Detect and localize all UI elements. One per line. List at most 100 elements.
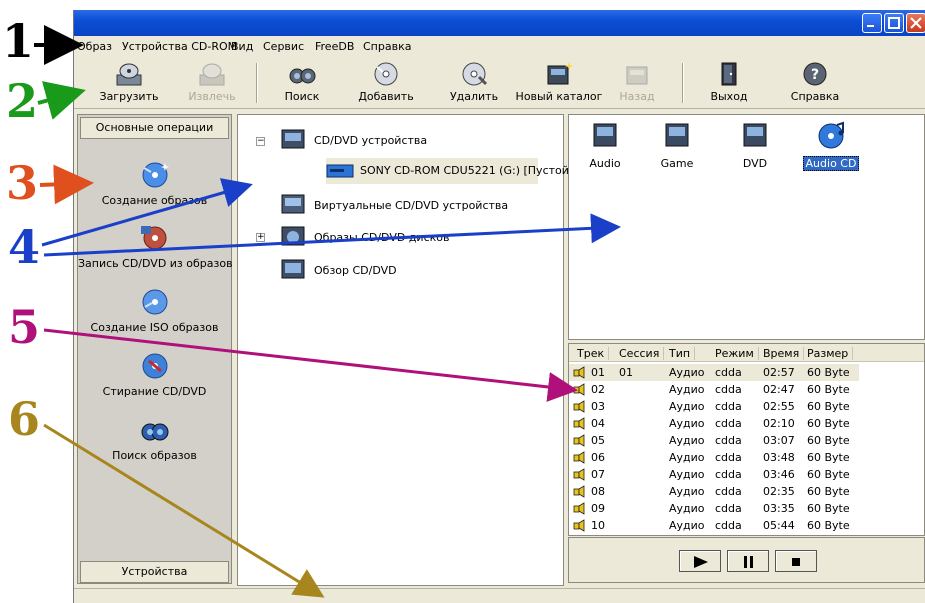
tree-node-cddvd-devices[interactable]: CD/DVD устройства: [278, 125, 478, 155]
back-button[interactable]: Назад: [612, 59, 662, 107]
exit-button[interactable]: Выход: [700, 59, 758, 107]
exit-door-icon: [721, 62, 737, 86]
track-row[interactable]: 03 Аудио cdda 02:55 60 Byte: [569, 398, 859, 415]
col-time[interactable]: Время: [763, 347, 805, 360]
track-list-header: Трек Сессия Тип Режим Время Размер: [569, 344, 924, 362]
tree-expand-toggle[interactable]: +: [256, 233, 265, 242]
tree-node-sony-drive[interactable]: SONY CD-ROM CDU5221 (G:) [Пустой]: [326, 158, 573, 184]
track-cell-size: 60 Byte: [807, 383, 850, 396]
erase-disc-icon: [142, 353, 167, 379]
menu-freedb[interactable]: FreeDB: [315, 40, 354, 53]
maximize-button[interactable]: [884, 13, 904, 33]
load-button[interactable]: Загрузить: [94, 59, 164, 107]
track-row[interactable]: 07 Аудио cdda 03:46 60 Byte: [569, 466, 859, 483]
game-catalog-icon: [665, 123, 689, 147]
add-button[interactable]: Добавить: [354, 59, 418, 107]
track-cell-time: 02:55: [763, 400, 795, 413]
track-cell-t: Аудио: [669, 519, 705, 532]
op-create-iso[interactable]: Создание ISO образов: [78, 287, 231, 334]
track-row[interactable]: 05 Аудио cdda 03:07 60 Byte: [569, 432, 859, 449]
op-burn-from-images[interactable]: Запись CD/DVD из образов: [78, 223, 233, 270]
track-cell-n: 05: [591, 434, 605, 447]
search-binoculars-icon: [289, 68, 316, 84]
tree-collapse-toggle[interactable]: −: [256, 137, 265, 146]
track-cell-m: cdda: [715, 468, 742, 481]
menu-service[interactable]: Сервис: [263, 40, 304, 53]
maximize-icon: [888, 17, 900, 29]
minimize-button[interactable]: [862, 13, 882, 33]
stop-button[interactable]: [775, 550, 817, 572]
audio-track-icon: [573, 434, 585, 447]
tree-node-virtual-devices[interactable]: Виртуальные CD/DVD устройства: [278, 191, 518, 219]
track-cell-m: cdda: [715, 451, 742, 464]
new-catalog-button[interactable]: Новый каталог: [514, 59, 604, 107]
menu-cdrom-devices[interactable]: Устройства CD-ROM: [122, 40, 237, 53]
catalog-game[interactable]: Game: [647, 121, 707, 170]
operations-header[interactable]: Основные операции: [80, 117, 229, 139]
create-iso-disc-icon: [142, 289, 167, 315]
track-cell-time: 02:35: [763, 485, 795, 498]
audio-track-icon: [573, 400, 585, 413]
delete-button[interactable]: Удалить: [442, 59, 506, 107]
track-cell-n: 02: [591, 383, 605, 396]
track-cell-n: 08: [591, 485, 605, 498]
disc-images-icon: [281, 226, 305, 246]
play-button[interactable]: [679, 550, 721, 572]
track-row[interactable]: 09 Аудио cdda 03:35 60 Byte: [569, 500, 859, 517]
track-cell-m: cdda: [715, 366, 742, 379]
playback-controls: [568, 537, 925, 583]
svg-text:?: ?: [811, 67, 819, 83]
op-search-images[interactable]: Поиск образов: [78, 415, 231, 462]
track-cell-time: 03:48: [763, 451, 795, 464]
track-row[interactable]: 06 Аудио cdda 03:48 60 Byte: [569, 449, 859, 466]
menu-image[interactable]: Образ: [77, 40, 112, 53]
track-cell-size: 60 Byte: [807, 485, 850, 498]
track-cell-time: 03:46: [763, 468, 795, 481]
track-row[interactable]: 02 Аудио cdda 02:47 60 Byte: [569, 381, 859, 398]
col-session[interactable]: Сессия: [619, 347, 665, 360]
catalog-audio[interactable]: Audio: [575, 121, 635, 170]
op-create-images[interactable]: Создание образов: [78, 160, 231, 207]
menu-help[interactable]: Справка: [363, 40, 411, 53]
track-cell-n: 10: [591, 519, 605, 532]
track-cell-size: 60 Byte: [807, 519, 850, 532]
catalog-dvd[interactable]: DVD: [725, 121, 785, 170]
dvd-catalog-icon: [743, 123, 767, 147]
annotation-number-5: 5: [8, 300, 41, 354]
tree-node-overview[interactable]: Обзор CD/DVD: [278, 256, 478, 284]
eject-disc-icon: [199, 63, 225, 86]
tree-node-disc-images[interactable]: Образы CD/DVD дисков: [278, 223, 478, 251]
col-mode[interactable]: Режим: [715, 347, 759, 360]
pause-button[interactable]: [727, 550, 769, 572]
burn-disc-icon: [140, 226, 166, 250]
track-row[interactable]: 08 Аудио cdda 02:35 60 Byte: [569, 483, 859, 500]
annotation-number-6: 6: [8, 392, 41, 446]
track-row[interactable]: 01 01 Аудио cdda 02:57 60 Byte: [569, 364, 859, 381]
cdrom-drive-icon: [326, 164, 354, 178]
title-bar[interactable]: [74, 10, 925, 36]
help-button[interactable]: ? Справка: [786, 59, 844, 107]
col-size[interactable]: Размер: [807, 347, 854, 360]
menu-view[interactable]: Вид: [231, 40, 253, 53]
col-track[interactable]: Трек: [577, 347, 610, 360]
track-cell-t: Аудио: [669, 366, 705, 379]
devices-footer[interactable]: Устройства: [80, 561, 229, 583]
track-cell-n: 01: [591, 366, 605, 379]
search-button[interactable]: Поиск: [272, 59, 332, 107]
eject-button[interactable]: Извлечь: [182, 59, 242, 107]
track-row[interactable]: 04 Аудио cdda 02:10 60 Byte: [569, 415, 859, 432]
track-cell-m: cdda: [715, 434, 742, 447]
op-erase-cddvd[interactable]: Стирание CD/DVD: [78, 351, 231, 398]
col-type[interactable]: Тип: [669, 347, 696, 360]
status-bar: [74, 588, 925, 603]
track-cell-m: cdda: [715, 417, 742, 430]
close-button[interactable]: [906, 13, 925, 33]
track-cell-size: 60 Byte: [807, 434, 850, 447]
track-cell-t: Аудио: [669, 502, 705, 515]
catalog-audio-cd[interactable]: Audio CD: [801, 121, 861, 171]
main-window: Образ Устройства CD-ROM Вид Сервис FreeD…: [73, 10, 925, 603]
audio-track-icon: [573, 485, 585, 498]
toolbar: Загрузить Извлечь Поиск Добавить Удалить…: [74, 57, 925, 109]
track-row[interactable]: 10 Аудио cdda 05:44 60 Byte: [569, 517, 859, 534]
track-cell-time: 05:44: [763, 519, 795, 532]
